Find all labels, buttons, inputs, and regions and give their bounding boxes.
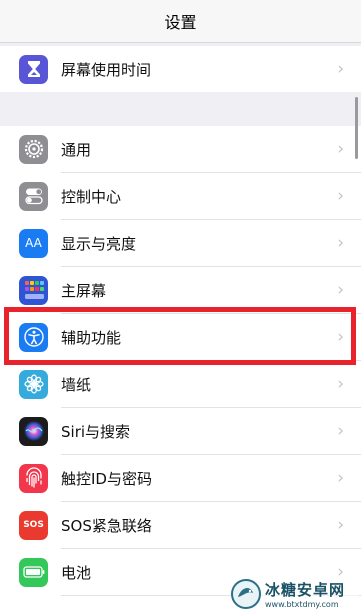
page-title: 设置	[164, 13, 197, 32]
row-label: 主屏幕	[61, 281, 107, 300]
watermark-text: 冰糖安卓网 www.btxtdmy.com	[265, 579, 345, 609]
chevron-right-icon: ›	[337, 374, 344, 394]
navigation-bar: 设置	[0, 0, 361, 43]
row-label: 显示与亮度	[61, 234, 137, 253]
row-display-brightness[interactable]: AA 显示与亮度 ›	[0, 220, 361, 266]
icon-text: SOS	[23, 520, 44, 530]
chevron-right-icon: ›	[337, 515, 344, 535]
row-label: Siri与搜索	[61, 422, 131, 441]
icon-text: AA	[25, 236, 42, 250]
app-grid-icon	[19, 275, 48, 305]
settings-group-screen-time: 屏幕使用时间 ›	[0, 46, 361, 92]
highlight-annotation-box	[4, 307, 356, 365]
row-label: 墙纸	[61, 375, 92, 394]
settings-group-main: 通用 › 控制中心 › AA 显示与亮度 › 主屏幕 › 辅助功能 › 墙纸 ›…	[0, 126, 361, 613]
row-label: 触控ID与密码	[61, 469, 152, 488]
row-control-center[interactable]: 控制中心 ›	[0, 173, 361, 219]
text-size-icon: AA	[19, 228, 48, 258]
row-wallpaper[interactable]: 墙纸 ›	[0, 361, 361, 407]
chevron-right-icon: ›	[337, 139, 344, 159]
flower-icon	[19, 369, 48, 399]
scrollbar[interactable]	[355, 97, 358, 159]
row-label: SOS紧急联络	[61, 516, 152, 535]
sos-icon: SOS	[19, 510, 48, 540]
row-label: 电池	[61, 563, 92, 582]
row-general[interactable]: 通用 ›	[0, 126, 361, 172]
row-label: 控制中心	[61, 187, 122, 206]
watermark-url: www.btxtdmy.com	[265, 600, 339, 609]
watermark: 冰糖安卓网 www.btxtdmy.com	[231, 577, 359, 611]
row-siri-search[interactable]: Siri与搜索 ›	[0, 408, 361, 454]
chevron-right-icon: ›	[337, 59, 344, 79]
chevron-right-icon: ›	[337, 233, 344, 253]
row-touch-id-passcode[interactable]: 触控ID与密码 ›	[0, 455, 361, 501]
chevron-right-icon: ›	[337, 421, 344, 441]
fingerprint-icon	[19, 463, 48, 493]
chevron-right-icon: ›	[337, 186, 344, 206]
chevron-right-icon: ›	[337, 468, 344, 488]
siri-icon	[19, 416, 48, 446]
row-emergency-sos[interactable]: SOS SOS紧急联络 ›	[0, 502, 361, 548]
row-screen-time[interactable]: 屏幕使用时间 ›	[0, 46, 361, 92]
gear-icon	[19, 134, 48, 164]
row-label: 通用	[61, 140, 92, 159]
row-label: 屏幕使用时间	[61, 60, 152, 79]
hourglass-icon	[19, 54, 48, 84]
toggles-icon	[19, 181, 48, 211]
chevron-right-icon: ›	[337, 280, 344, 300]
watermark-name: 冰糖安卓网	[265, 581, 346, 599]
battery-icon	[19, 557, 48, 587]
watermark-logo-icon	[231, 579, 261, 609]
